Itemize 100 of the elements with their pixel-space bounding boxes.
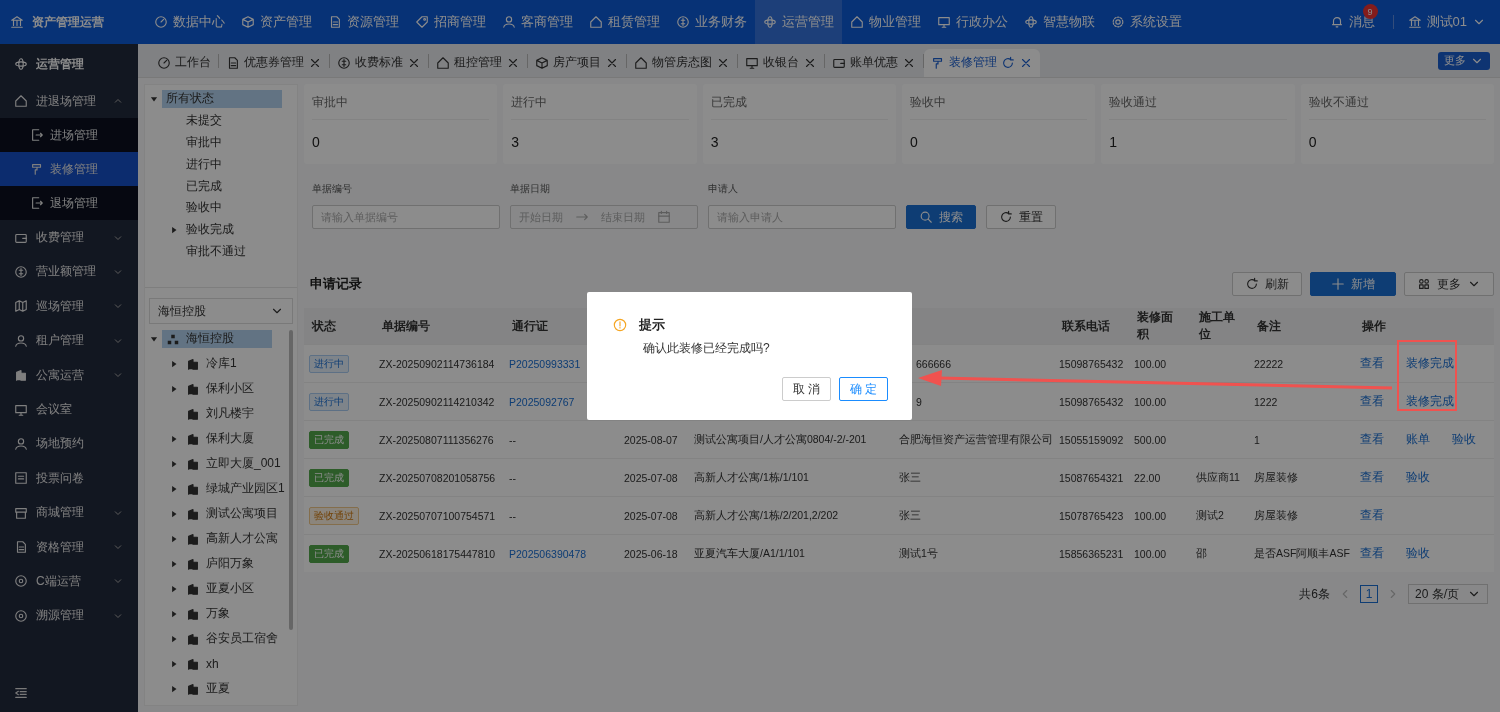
sidebar-item[interactable]: 场地预约 — [0, 426, 138, 462]
tree-item[interactable]: 未提交 — [182, 111, 226, 130]
sidebar-subitem[interactable]: 进场管理 — [0, 118, 138, 153]
tree-item[interactable]: 亚夏 — [182, 679, 234, 698]
tree-item[interactable]: 刘凡楼宇 — [182, 404, 258, 423]
tree-item[interactable]: 保利大厦 — [182, 429, 258, 448]
caret-icon[interactable] — [169, 483, 179, 494]
caret-icon[interactable] — [169, 433, 179, 444]
tree-item[interactable]: 验收中 — [182, 198, 226, 217]
dialog-button[interactable]: 取 消 — [782, 377, 831, 401]
sidebar-item[interactable]: 投票问卷 — [0, 461, 138, 496]
action-link[interactable]: 装修完成 — [1406, 393, 1454, 410]
nav-item[interactable]: 租赁管理 — [581, 0, 668, 44]
caret-icon[interactable] — [169, 558, 179, 569]
sidebar-item[interactable]: 公寓运营 — [0, 357, 138, 393]
tree-item[interactable]: 海恒控股 — [162, 329, 272, 348]
sidebar-item[interactable]: 会议室 — [0, 392, 138, 427]
tree-item[interactable]: 谷安员工宿舍 — [182, 629, 282, 648]
tab[interactable]: 收费标准 — [330, 48, 428, 77]
tree-item[interactable]: 绿城产业园区1 — [182, 479, 289, 498]
nav-item[interactable]: 资源管理 — [320, 0, 407, 44]
more-button[interactable]: 更多 — [1438, 51, 1490, 70]
caret-icon[interactable] — [169, 583, 179, 594]
sidebar-item[interactable]: 收费管理 — [0, 220, 138, 255]
page-button[interactable]: 1 — [1360, 585, 1378, 603]
caret-icon[interactable] — [169, 508, 179, 519]
caret-icon[interactable] — [169, 633, 179, 644]
sidebar-subitem[interactable]: 退场管理 — [0, 186, 138, 221]
caret-icon[interactable] — [169, 658, 179, 669]
tree-item[interactable]: 验收完成 — [182, 220, 238, 239]
tree-item[interactable]: 冷库1 — [182, 354, 241, 373]
caret-icon[interactable] — [169, 224, 179, 235]
caret-icon[interactable] — [169, 383, 179, 394]
tree-item[interactable]: xh — [182, 654, 223, 673]
more-button[interactable]: 更多 — [1404, 272, 1494, 296]
tab[interactable]: 物管房态图 — [627, 48, 737, 77]
caret-icon[interactable] — [169, 358, 179, 369]
action-link[interactable]: 验收 — [1406, 469, 1430, 486]
tab[interactable]: 装修管理 — [924, 48, 1040, 77]
nav-item[interactable]: 智慧物联 — [1016, 0, 1103, 44]
tree-item[interactable]: 亚夏小区 — [182, 579, 258, 598]
nav-item[interactable]: 运营管理 — [755, 0, 842, 44]
sidebar-subitem[interactable]: 装修管理 — [0, 152, 138, 187]
tree-item[interactable]: 立即大厦_001 — [182, 454, 285, 473]
sidebar-item[interactable]: 商城管理 — [0, 495, 138, 530]
sidebar-item[interactable]: 租户管理 — [0, 323, 138, 358]
tab[interactable]: 房产项目 — [528, 48, 626, 77]
sidebar-item[interactable]: 巡场管理 — [0, 289, 138, 324]
user-menu[interactable]: 测试01 — [1407, 13, 1486, 31]
tab[interactable]: 收银台 — [738, 48, 824, 77]
refresh-button[interactable]: 刷新 — [1232, 272, 1302, 296]
nav-item[interactable]: 物业管理 — [842, 0, 929, 44]
reset-button[interactable]: 重置 — [986, 205, 1056, 229]
tab[interactable]: 账单优惠 — [825, 48, 923, 77]
action-link[interactable]: 查看 — [1360, 469, 1384, 486]
tree-item[interactable]: 已完成 — [182, 177, 226, 196]
sidebar-item[interactable]: 溯源管理 — [0, 598, 138, 634]
action-link[interactable]: 查看 — [1360, 355, 1384, 372]
pass-link[interactable]: P202506390478 — [509, 547, 587, 560]
tree-item[interactable]: 所有状态 — [162, 89, 282, 108]
caret-icon[interactable] — [169, 608, 179, 619]
tree-item[interactable]: 庐阳万象 — [182, 554, 258, 573]
sidebar-item[interactable]: 营业额管理 — [0, 254, 138, 290]
action-link[interactable]: 查看 — [1360, 393, 1384, 410]
action-link[interactable]: 验收 — [1452, 431, 1476, 448]
pass-link[interactable]: P20250993331 — [509, 357, 581, 370]
caret-icon[interactable] — [169, 458, 179, 469]
action-link[interactable]: 查看 — [1360, 507, 1384, 524]
tree-item[interactable]: 高新人才公寓 — [182, 529, 282, 548]
action-link[interactable]: 验收 — [1406, 545, 1430, 562]
tab[interactable]: 工作台 — [150, 48, 218, 77]
tab[interactable]: 优惠券管理 — [219, 48, 329, 77]
tree-item[interactable]: 审批不通过 — [182, 242, 250, 261]
action-link[interactable]: 查看 — [1360, 431, 1384, 448]
tree-item[interactable]: 测试公寓项目 — [182, 504, 282, 523]
dialog-button[interactable]: 确 定 — [839, 377, 888, 401]
pass-link[interactable]: P2025092767 — [509, 395, 575, 408]
nav-item[interactable]: 行政办公 — [929, 0, 1016, 44]
nav-item[interactable]: 资产管理 — [233, 0, 320, 44]
nav-item[interactable]: 招商管理 — [407, 0, 494, 44]
nav-item[interactable]: 客商管理 — [494, 0, 581, 44]
add-button[interactable]: 新增 — [1310, 272, 1396, 296]
sidebar-item[interactable]: C端运营 — [0, 564, 138, 599]
page-size-select[interactable]: 20 条/页 — [1408, 584, 1488, 604]
scrollbar[interactable] — [289, 330, 293, 630]
tree-item[interactable]: 万象 — [182, 604, 234, 623]
search-button[interactable]: 搜索 — [906, 205, 976, 229]
tree-item[interactable]: 保利小区 — [182, 379, 258, 398]
tab[interactable]: 租控管理 — [429, 48, 527, 77]
caret-icon[interactable] — [169, 683, 179, 694]
org-select[interactable]: 海恒控股 — [149, 298, 293, 324]
caret-icon[interactable] — [169, 533, 179, 544]
nav-item[interactable]: 数据中心 — [146, 0, 233, 44]
tree-item[interactable]: 进行中 — [182, 155, 226, 174]
action-link[interactable]: 账单 — [1406, 431, 1430, 448]
tree-item[interactable]: 审批中 — [182, 133, 226, 152]
sidebar-item[interactable]: 资格管理 — [0, 529, 138, 565]
nav-item[interactable]: 系统设置 — [1103, 0, 1190, 44]
nav-item[interactable]: 业务财务 — [668, 0, 755, 44]
action-link[interactable]: 查看 — [1360, 545, 1384, 562]
